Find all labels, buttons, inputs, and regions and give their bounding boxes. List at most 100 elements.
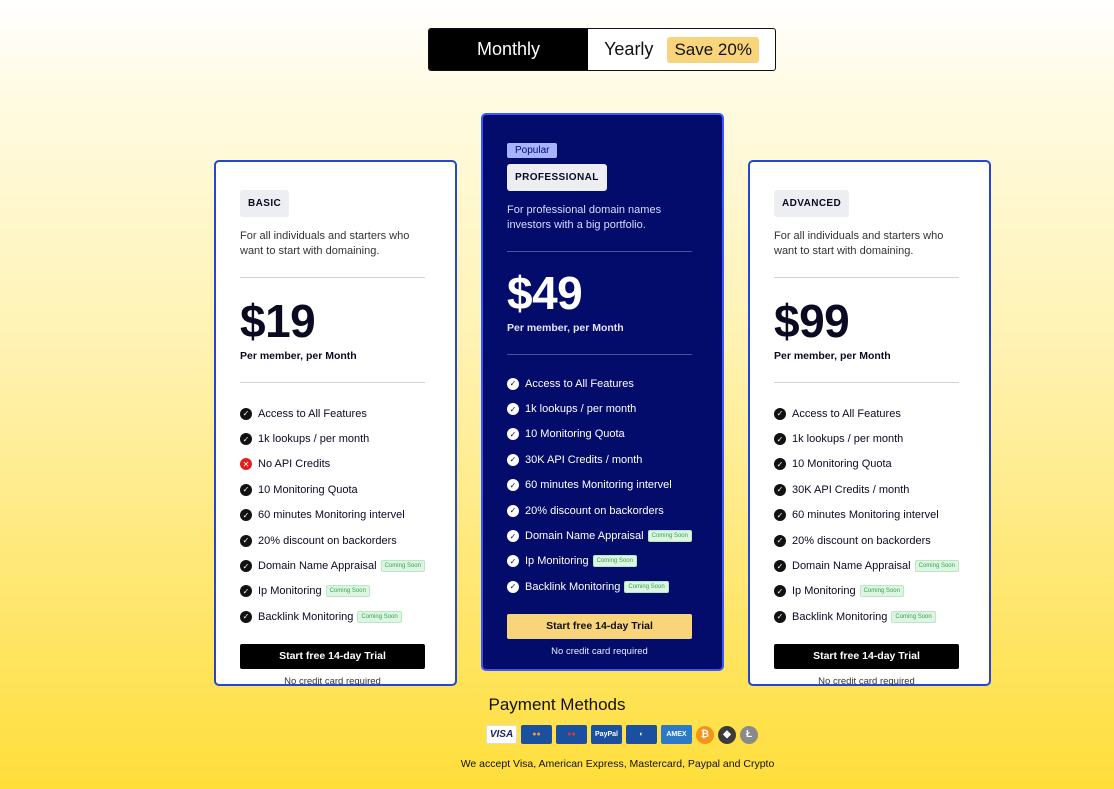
feature-item: ✓ Backlink Monitoring Coming Soon xyxy=(240,604,431,629)
visa-icon: VISA xyxy=(486,725,517,744)
feature-label: 1k lookups / per month xyxy=(525,403,637,416)
check-icon: ✓ xyxy=(240,483,252,496)
feature-label: Backlink Monitoring xyxy=(792,610,888,623)
feature-label: 60 minutes Monitoring intervel xyxy=(258,509,405,522)
paypal-icon: PayPal xyxy=(591,725,622,744)
feature-label: Ip Monitoring xyxy=(525,555,589,568)
feature-item: ✓ 60 minutes Monitoring intervel xyxy=(507,473,698,498)
yearly-option[interactable]: Yearly Save 20% xyxy=(588,29,775,70)
feature-label: 10 Monitoring Quota xyxy=(525,428,625,441)
ethereum-icon: ◆ xyxy=(718,725,736,744)
start-trial-button[interactable]: Start free 14-day Trial xyxy=(774,643,959,669)
feature-list: ✓ Access to All Features ✓ 1k lookups / per… xyxy=(240,401,431,630)
feature-item: ✓ 30K API Credits / month xyxy=(774,477,965,502)
coming-soon-badge: Coming Soon xyxy=(380,560,425,573)
feature-item: ✓ 10 Monitoring Quota xyxy=(774,452,965,477)
divider xyxy=(240,382,425,383)
litecoin-icon: Ł xyxy=(740,725,758,744)
feature-item: ✓ 1k lookups / per month xyxy=(774,426,965,451)
plan-description: For all individuals and starters who wan… xyxy=(240,230,410,257)
feature-item: ✓ 10 Monitoring Quota xyxy=(507,422,698,447)
no-card-note: No credit card required xyxy=(818,675,915,687)
feature-label: Domain Name Appraisal xyxy=(792,560,911,573)
feature-label: Backlink Monitoring xyxy=(525,580,621,593)
bitcoin-icon: ₿ xyxy=(696,725,714,744)
feature-item: ✓ 1k lookups / per month xyxy=(240,426,431,451)
no-card-note: No credit card required xyxy=(551,645,648,657)
coming-soon-badge: Coming Soon xyxy=(859,585,904,598)
feature-label: 1k lookups / per month xyxy=(258,433,370,446)
check-icon: ✓ xyxy=(774,534,786,547)
check-icon: ✓ xyxy=(774,560,786,573)
coming-soon-badge: Coming Soon xyxy=(891,610,936,623)
feature-label: Ip Monitoring xyxy=(792,585,856,598)
feature-label: 1k lookups / per month xyxy=(792,433,904,446)
feature-item: ✓ Ip Monitoring Coming Soon xyxy=(240,579,431,604)
feature-item: ✓ 20% discount on backorders xyxy=(774,528,965,553)
feature-label: Backlink Monitoring xyxy=(258,610,354,623)
plan-price: $99 xyxy=(774,295,850,347)
feature-list: ✓ Access to All Features ✓ 1k lookups / per… xyxy=(774,401,965,630)
monthly-option[interactable]: Monthly xyxy=(429,29,588,70)
divider xyxy=(774,382,959,383)
feature-item: ✓ Backlink Monitoring Coming Soon xyxy=(507,574,698,599)
check-icon: ✓ xyxy=(240,560,252,573)
start-trial-button[interactable]: Start free 14-day Trial xyxy=(240,643,425,669)
check-icon: ✓ xyxy=(507,403,519,416)
plan-card-advanced: ADVANCED For all individuals and starter… xyxy=(748,160,991,687)
feature-item: ✓ Access to All Features xyxy=(240,401,431,426)
divider xyxy=(507,354,692,355)
feature-item: ✓ Ip Monitoring Coming Soon xyxy=(774,579,965,604)
feature-item: ✓ Domain Name Appraisal Coming Soon xyxy=(774,553,965,578)
payment-methods-title: Payment Methods xyxy=(488,695,626,714)
feature-label: 10 Monitoring Quota xyxy=(258,483,358,496)
check-icon: ✓ xyxy=(240,509,252,522)
plan-tag: BASIC xyxy=(240,190,290,217)
check-icon: ✓ xyxy=(507,530,519,543)
feature-list: ✓ Access to All Features ✓ 1k lookups / per… xyxy=(507,371,698,600)
divider xyxy=(240,277,425,278)
billing-toggle[interactable]: Monthly Yearly Save 20% xyxy=(428,28,776,71)
feature-item: ✓ Access to All Features xyxy=(507,371,698,396)
check-icon: ✓ xyxy=(507,377,519,390)
check-icon: ✓ xyxy=(507,453,519,466)
feature-item: ✓ 1k lookups / per month xyxy=(507,396,698,421)
plan-description: For all individuals and starters who wan… xyxy=(774,230,944,257)
check-icon: ✓ xyxy=(240,433,252,446)
feature-label: Domain Name Appraisal xyxy=(525,530,644,543)
feature-item: ✓ 10 Monitoring Quota xyxy=(240,477,431,502)
feature-label: 30K API Credits / month xyxy=(525,453,643,466)
feature-item: ✓ Ip Monitoring Coming Soon xyxy=(507,549,698,574)
divider xyxy=(774,277,959,278)
check-icon: ✓ xyxy=(240,534,252,547)
check-icon: ✓ xyxy=(240,610,252,623)
feature-label: 60 minutes Monitoring intervel xyxy=(792,509,939,522)
check-icon: ✓ xyxy=(507,555,519,568)
coming-soon-badge: Coming Soon xyxy=(592,555,637,568)
coming-soon-badge: Coming Soon xyxy=(325,585,370,598)
feature-label: Domain Name Appraisal xyxy=(258,560,377,573)
feature-label: Access to All Features xyxy=(525,377,634,390)
feature-item: ✓ Domain Name Appraisal Coming Soon xyxy=(240,553,431,578)
check-icon: ✓ xyxy=(774,610,786,623)
start-trial-button[interactable]: Start free 14-day Trial xyxy=(507,613,692,639)
plan-price: $49 xyxy=(507,267,583,319)
plan-card-professional: Popular PROFESSIONAL For professional do… xyxy=(481,113,724,671)
check-icon: ✓ xyxy=(507,580,519,593)
plan-tag: PROFESSIONAL xyxy=(507,164,607,191)
cross-icon: ✕ xyxy=(240,458,252,471)
plan-price: $19 xyxy=(240,295,316,347)
feature-item: ✓ 60 minutes Monitoring intervel xyxy=(774,503,965,528)
feature-item: ✓ Domain Name Appraisal Coming Soon xyxy=(507,523,698,548)
check-icon: ✓ xyxy=(507,479,519,492)
mastercard-icon: ●● xyxy=(521,725,552,744)
check-icon: ✓ xyxy=(774,509,786,522)
check-icon: ✓ xyxy=(774,483,786,496)
amex-icon: AMEX xyxy=(661,725,692,744)
feature-label: 20% discount on backorders xyxy=(525,504,664,517)
feature-label: 10 Monitoring Quota xyxy=(792,458,892,471)
coming-soon-badge: Coming Soon xyxy=(647,530,692,543)
no-card-note: No credit card required xyxy=(284,675,381,687)
feature-item: ✓ 30K API Credits / month xyxy=(507,447,698,472)
maestro-icon: ●● xyxy=(556,725,587,744)
